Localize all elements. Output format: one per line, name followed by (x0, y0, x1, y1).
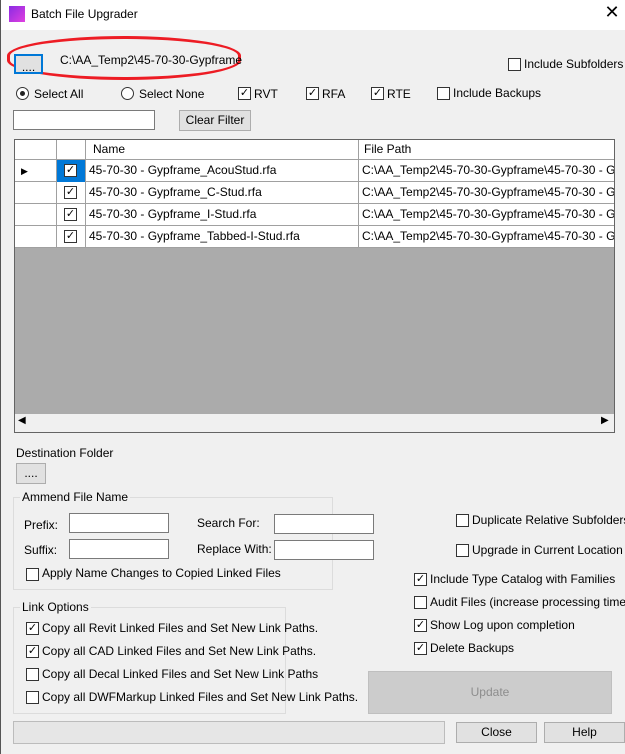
select-none-radio[interactable] (121, 87, 134, 100)
file-name-cell[interactable]: 45-70-30 - Gypframe_C-Stud.rfa (86, 182, 359, 204)
close-button[interactable]: Close (456, 722, 537, 743)
row-checkbox-cell[interactable]: ✓ (57, 182, 86, 204)
link-option-checkbox[interactable] (26, 668, 39, 681)
link-options-title: Link Options (20, 600, 91, 614)
row-header-corner (15, 140, 57, 160)
option-checkbox[interactable]: ✓ (414, 642, 427, 655)
select-all-radio[interactable] (16, 87, 29, 100)
scroll-left-icon[interactable]: ◀ (18, 415, 26, 426)
option-checkbox[interactable] (414, 596, 427, 609)
search-for-label: Search For: (197, 516, 260, 530)
destination-browse-button[interactable]: .... (16, 463, 46, 484)
row-header[interactable] (15, 182, 57, 204)
destination-label: Destination Folder (16, 446, 114, 460)
option-label: Audit Files (increase processing time) (430, 595, 625, 609)
file-name-cell[interactable]: 45-70-30 - Gypframe_Tabbed-I-Stud.rfa (86, 226, 359, 248)
source-browse-button[interactable]: .... (14, 54, 43, 74)
prefix-label: Prefix: (24, 518, 59, 532)
row-checkbox-cell[interactable]: ✓ (57, 226, 86, 248)
option-checkbox[interactable]: ✓ (414, 573, 427, 586)
file-path-cell[interactable]: C:\AA_Temp2\45-70-30-Gypframe\45-70-30 -… (359, 204, 614, 226)
replace-with-input[interactable] (274, 540, 374, 560)
path-column-header[interactable]: File Path (359, 140, 614, 160)
table-row[interactable]: ✓ 45-70-30 - Gypframe_Tabbed-I-Stud.rfa … (15, 226, 614, 248)
option-label: Upgrade in Current Location (472, 543, 623, 557)
row-checkbox[interactable]: ✓ (64, 164, 77, 177)
search-for-input[interactable] (274, 514, 374, 534)
include-subfolders-checkbox[interactable] (508, 58, 521, 71)
include-subfolders-label: Include Subfolders (524, 57, 624, 71)
app-icon (9, 6, 25, 22)
filter-input[interactable] (13, 110, 155, 130)
option-label: Delete Backups (430, 641, 515, 655)
row-header[interactable] (15, 204, 57, 226)
row-checkbox-cell[interactable]: ✓ (57, 204, 86, 226)
suffix-input[interactable] (69, 539, 169, 559)
current-row-icon: ▶ (21, 166, 28, 176)
name-column-header[interactable]: Name (86, 140, 359, 160)
option-checkbox[interactable] (456, 514, 469, 527)
file-name-cell[interactable]: 45-70-30 - Gypframe_AcouStud.rfa (86, 160, 359, 182)
files-grid: Name File Path ▶ ✓ 45-70-30 - Gypframe_A… (14, 139, 615, 433)
apply-name-changes-label: Apply Name Changes to Copied Linked File… (42, 566, 281, 580)
rfa-checkbox[interactable]: ✓ (306, 87, 319, 100)
link-option-label: Copy all Decal Linked Files and Set New … (42, 667, 319, 681)
file-path-cell[interactable]: C:\AA_Temp2\45-70-30-Gypframe\45-70-30 -… (359, 182, 614, 204)
update-button[interactable]: Update (368, 671, 612, 714)
file-path-cell[interactable]: C:\AA_Temp2\45-70-30-Gypframe\45-70-30 -… (359, 160, 614, 182)
horizontal-scrollbar[interactable]: ◀ ▶ (15, 414, 614, 432)
file-path-cell[interactable]: C:\AA_Temp2\45-70-30-Gypframe\45-70-30 -… (359, 226, 614, 248)
link-option-label: Copy all DWFMarkup Linked Files and Set … (42, 690, 359, 704)
option-checkbox[interactable]: ✓ (414, 619, 427, 632)
file-name-cell[interactable]: 45-70-30 - Gypframe_I-Stud.rfa (86, 204, 359, 226)
check-column-header[interactable] (57, 140, 86, 160)
option-label: Include Type Catalog with Families (430, 572, 616, 586)
option-label: Duplicate Relative Subfolders (472, 513, 625, 527)
close-icon[interactable]: ✕ (601, 2, 623, 23)
title-bar: Batch File Upgrader ✕ (1, 0, 625, 30)
help-button[interactable]: Help (544, 722, 625, 743)
rvt-label: RVT (254, 87, 278, 101)
row-checkbox[interactable]: ✓ (64, 208, 77, 221)
include-backups-label: Include Backups (453, 86, 542, 100)
scroll-right-icon[interactable]: ▶ (601, 415, 609, 426)
select-none-label: Select None (139, 87, 205, 101)
source-path: C:\AA_Temp2\45-70-30-Gypframe (60, 53, 243, 67)
rfa-label: RFA (322, 87, 346, 101)
link-option-checkbox[interactable]: ✓ (26, 645, 39, 658)
link-option-checkbox[interactable]: ✓ (26, 622, 39, 635)
prefix-input[interactable] (69, 513, 169, 533)
table-row[interactable]: ✓ 45-70-30 - Gypframe_I-Stud.rfa C:\AA_T… (15, 204, 614, 226)
row-checkbox-cell[interactable]: ✓ (57, 160, 86, 182)
table-row[interactable]: ▶ ✓ 45-70-30 - Gypframe_AcouStud.rfa C:\… (15, 160, 614, 182)
rvt-checkbox[interactable]: ✓ (238, 87, 251, 100)
link-option-label: Copy all Revit Linked Files and Set New … (42, 621, 319, 635)
replace-with-label: Replace With: (197, 542, 272, 556)
link-option-label: Copy all CAD Linked Files and Set New Li… (42, 644, 317, 658)
grid-header: Name File Path (15, 140, 614, 160)
rte-checkbox[interactable]: ✓ (371, 87, 384, 100)
amend-group-title: Ammend File Name (20, 490, 131, 504)
include-backups-checkbox[interactable] (437, 87, 450, 100)
progress-bar (13, 721, 445, 744)
row-checkbox[interactable]: ✓ (64, 230, 77, 243)
row-header[interactable] (15, 226, 57, 248)
apply-name-changes-checkbox[interactable] (26, 568, 39, 581)
window-title: Batch File Upgrader (31, 7, 138, 21)
clear-filter-button[interactable]: Clear Filter (179, 110, 251, 131)
row-checkbox[interactable]: ✓ (64, 186, 77, 199)
row-header[interactable]: ▶ (15, 160, 57, 182)
option-checkbox[interactable] (456, 544, 469, 557)
table-row[interactable]: ✓ 45-70-30 - Gypframe_C-Stud.rfa C:\AA_T… (15, 182, 614, 204)
suffix-label: Suffix: (24, 543, 58, 557)
option-label: Show Log upon completion (430, 618, 575, 632)
rte-label: RTE (387, 87, 411, 101)
select-all-label: Select All (34, 87, 84, 101)
link-option-checkbox[interactable] (26, 691, 39, 704)
